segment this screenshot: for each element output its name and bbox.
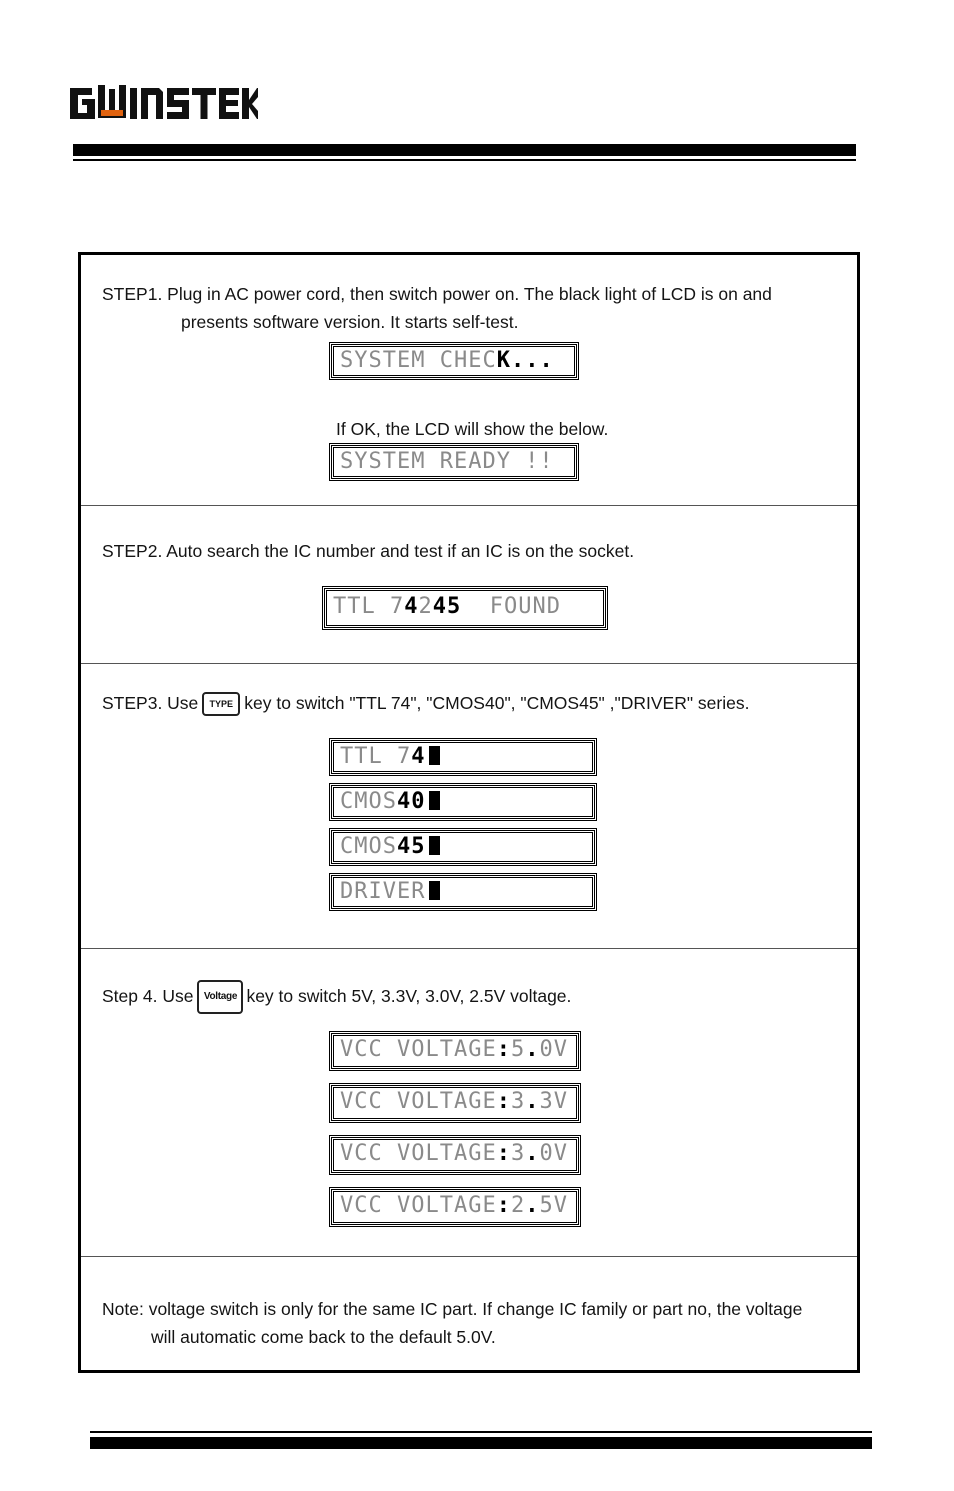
lcd-decimal: . — [525, 1089, 540, 1114]
lcd-text-bright: 4 — [404, 594, 419, 619]
lcd-value-int: 2 — [510, 1193, 526, 1218]
lcd-vcc-5v: VCC VOLTAGE:5.0V — [329, 1031, 581, 1071]
lcd-text-bright: K... — [496, 348, 554, 373]
lcd-colon: : — [496, 1037, 511, 1062]
lcd-ttl-found: TTL 74245 FOUND — [322, 586, 608, 630]
step1-text-line1: STEP1. Plug in AC power cord, then switc… — [102, 284, 772, 304]
lcd-text-dim: FOUND — [461, 594, 561, 619]
lcd-colon: : — [496, 1193, 511, 1218]
lcd-text-dim: VCC VOLTAGE — [340, 1141, 497, 1166]
lcd-cursor — [429, 791, 441, 810]
lcd-system-check: SYSTEM CHECK... — [329, 342, 579, 380]
lcd-vcc-3v3: VCC VOLTAGE:3.3V — [329, 1083, 581, 1123]
footer-rule-thin — [90, 1431, 872, 1433]
lcd-cursor — [429, 881, 441, 900]
lcd-text-bright: 45 — [432, 594, 462, 619]
step3-section: STEP3. Use TYPE key to switch "TTL 74", "C… — [81, 664, 857, 949]
lcd-value-frac: 0V — [539, 1141, 568, 1166]
lcd-value-frac: 3V — [539, 1089, 568, 1114]
procedure-box: STEP1. Plug in AC power cord, then switc… — [78, 252, 860, 1373]
lcd-text-dim: CMOS — [340, 789, 397, 814]
lcd-cursor — [429, 836, 441, 855]
step4-text: Step 4. Use Voltage key to switch 5V, 3.3V… — [102, 979, 572, 1015]
note-text-line1: Note: voltage switch is only for the sam… — [102, 1299, 803, 1319]
lcd-text-dim: 2 — [418, 594, 433, 619]
lcd-value-frac: 5V — [539, 1193, 568, 1218]
lcd-text-dim: VCC VOLTAGE — [340, 1089, 497, 1114]
lcd-value-int: 5 — [510, 1037, 526, 1062]
step3-text: STEP3. Use TYPE key to switch "TTL 74", "C… — [102, 689, 749, 717]
lcd-cmos45: CMOS45 — [329, 828, 597, 866]
lcd-vcc-2v5: VCC VOLTAGE:2.5V — [329, 1187, 581, 1227]
footer-rule-thick — [90, 1437, 872, 1449]
lcd-vcc-3v0: VCC VOLTAGE:3.0V — [329, 1135, 581, 1175]
header-rule-thick — [73, 144, 856, 156]
step4-text-suffix: key to switch 5V, 3.3V, 3.0V, 2.5V volta… — [246, 986, 572, 1006]
header-rule-thin — [73, 159, 856, 161]
lcd-decimal: . — [525, 1141, 540, 1166]
lcd-text-dim: TTL 7 — [333, 594, 405, 619]
lcd-text-dim: DRIVER — [340, 879, 426, 904]
note-text-line2: will automatic come back to the default … — [151, 1327, 496, 1347]
step1-section: STEP1. Plug in AC power cord, then switc… — [81, 255, 857, 506]
lcd-text-bright: 45 — [396, 834, 426, 859]
gwinstek-logo — [68, 84, 258, 120]
type-key-icon: TYPE — [202, 692, 241, 717]
step3-text-suffix: key to switch "TTL 74", "CMOS40", "CMOS4… — [244, 693, 750, 713]
step4-text-prefix: Step 4. Use — [102, 986, 194, 1006]
lcd-colon: : — [496, 1089, 511, 1114]
lcd-cmos40: CMOS40 — [329, 783, 597, 821]
gwinstek-logo-mark — [70, 85, 258, 119]
lcd-text-dim: TTL 7 — [340, 744, 412, 769]
voltage-key-icon: Voltage — [197, 980, 244, 1015]
lcd-decimal: . — [525, 1193, 540, 1218]
step3-text-prefix: STEP3. Use — [102, 693, 199, 713]
step2-text: STEP2. Auto search the IC number and tes… — [102, 541, 635, 561]
lcd-value-int: 3 — [510, 1089, 526, 1114]
step4-section: Step 4. Use Voltage key to switch 5V, 3.3V… — [81, 949, 857, 1257]
lcd-colon: : — [496, 1141, 511, 1166]
lcd-cursor — [429, 746, 441, 765]
step1-text-line2: presents software version. It starts sel… — [181, 312, 519, 332]
lcd-system-ready: SYSTEM READY !! — [329, 443, 579, 481]
lcd-decimal: . — [525, 1037, 540, 1062]
lcd-value-frac: 0V — [539, 1037, 568, 1062]
note-section: Note: voltage switch is only for the sam… — [81, 1257, 857, 1370]
ok-text: If OK, the LCD will show the below. — [336, 419, 609, 439]
step2-section: STEP2. Auto search the IC number and tes… — [81, 506, 857, 664]
lcd-driver: DRIVER — [329, 873, 597, 911]
lcd-text-dim: VCC VOLTAGE — [340, 1193, 497, 1218]
lcd-text-bright: 40 — [396, 789, 426, 814]
lcd-ttl74: TTL 74 — [329, 738, 597, 776]
lcd-text-dim: CMOS — [340, 834, 397, 859]
lcd-text-dim: VCC VOLTAGE — [340, 1037, 497, 1062]
lcd-value-int: 3 — [510, 1141, 526, 1166]
lcd-text-dim: SYSTEM READY !! — [340, 449, 554, 474]
logo-accent-bar — [101, 110, 123, 116]
lcd-text-dim: SYSTEM CHEC — [340, 348, 497, 373]
lcd-text-bright: 4 — [411, 744, 426, 769]
